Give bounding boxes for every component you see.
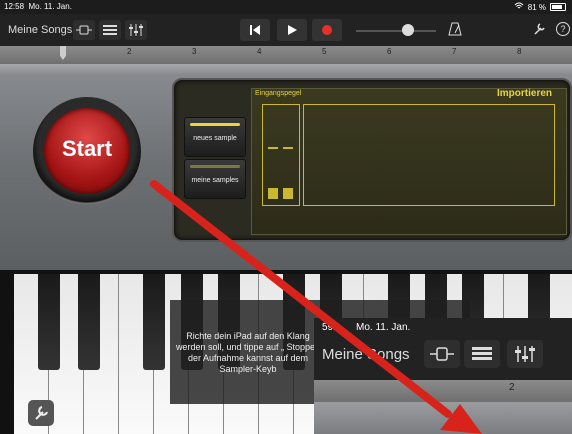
annotation-arrow (150, 180, 482, 434)
